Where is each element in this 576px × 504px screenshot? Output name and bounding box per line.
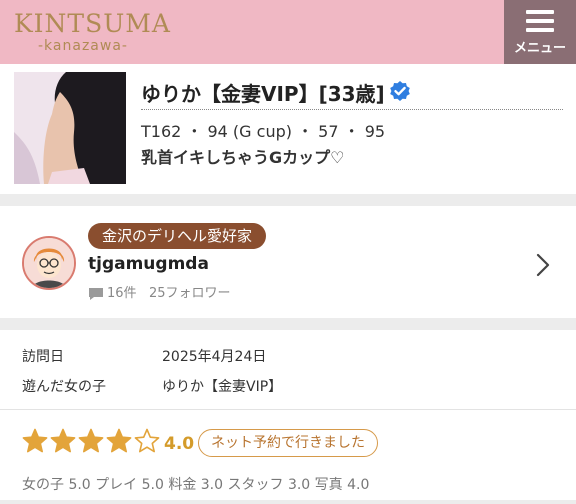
visit-date-value: 2025年4月24日: [162, 349, 267, 365]
cast-catchphrase: 乳首イキしちゃうGカップ♡: [141, 148, 345, 167]
site-logo[interactable]: KINTSUMA -kanazawa-: [14, 9, 171, 56]
logo-sub-text: -kanazawa-: [38, 38, 128, 54]
visited-girl-row: 遊んだ女の子 ゆりか【金妻VIP】: [0, 370, 576, 400]
review-info-card: 訪問日 2025年4月24日 遊んだ女の子 ゆりか【金妻VIP】 4.0 ネット…: [0, 330, 576, 500]
cast-photo[interactable]: [14, 72, 126, 184]
star-empty-icon: [134, 428, 160, 453]
visited-girl-label: 遊んだ女の子: [22, 379, 106, 395]
review-count: 16件: [107, 286, 137, 301]
follower-count: 25フォロワー: [148, 286, 231, 301]
reviewer-avatar[interactable]: [22, 236, 76, 290]
booking-method-tag: ネット予約で行きました: [198, 429, 378, 457]
cast-name: ゆりか【金妻VIP】[33歳]: [141, 82, 385, 106]
rating-value: 4.0: [164, 434, 195, 454]
visited-girl-value[interactable]: ゆりか【金妻VIP】: [162, 376, 282, 396]
reviewer-title-badge: 金沢のデリヘル愛好家: [88, 223, 267, 249]
cast-measurements: T162 ・ 94 (G cup) ・ 57 ・ 95: [141, 122, 386, 141]
hamburger-icon: [526, 10, 554, 32]
chevron-right-icon[interactable]: [534, 252, 552, 278]
reviewer-card[interactable]: 金沢のデリヘル愛好家 tjgamugmda 16件 25フォロワー: [0, 206, 576, 318]
cast-name-row: ゆりか【金妻VIP】[33歳]: [141, 78, 563, 110]
menu-label: メニュー: [513, 41, 566, 56]
menu-button[interactable]: メニュー: [504, 0, 576, 64]
star-filled-icon: [106, 428, 132, 453]
comment-icon: [89, 287, 103, 300]
visit-date-label: 訪問日: [22, 349, 64, 365]
logo-main-text: KINTSUMA: [14, 9, 171, 38]
visit-date-row: 訪問日 2025年4月24日: [0, 340, 576, 370]
cast-profile-card[interactable]: ゆりか【金妻VIP】[33歳] T162 ・ 94 (G cup) ・ 57 ・…: [0, 64, 576, 194]
site-header: KINTSUMA -kanazawa- メニュー: [0, 0, 576, 64]
star-filled-icon: [50, 428, 76, 453]
category-scores: 女の子 5.0 プレイ 5.0 料金 3.0 スタッフ 3.0 写真 4.0: [22, 477, 370, 493]
star-filled-icon: [78, 428, 104, 453]
reviewer-username[interactable]: tjgamugmda: [88, 254, 209, 274]
verified-badge-icon: [390, 81, 410, 101]
star-filled-icon: [22, 428, 48, 453]
reviewer-meta: 16件 25フォロワー: [88, 282, 231, 301]
divider: [0, 409, 576, 410]
